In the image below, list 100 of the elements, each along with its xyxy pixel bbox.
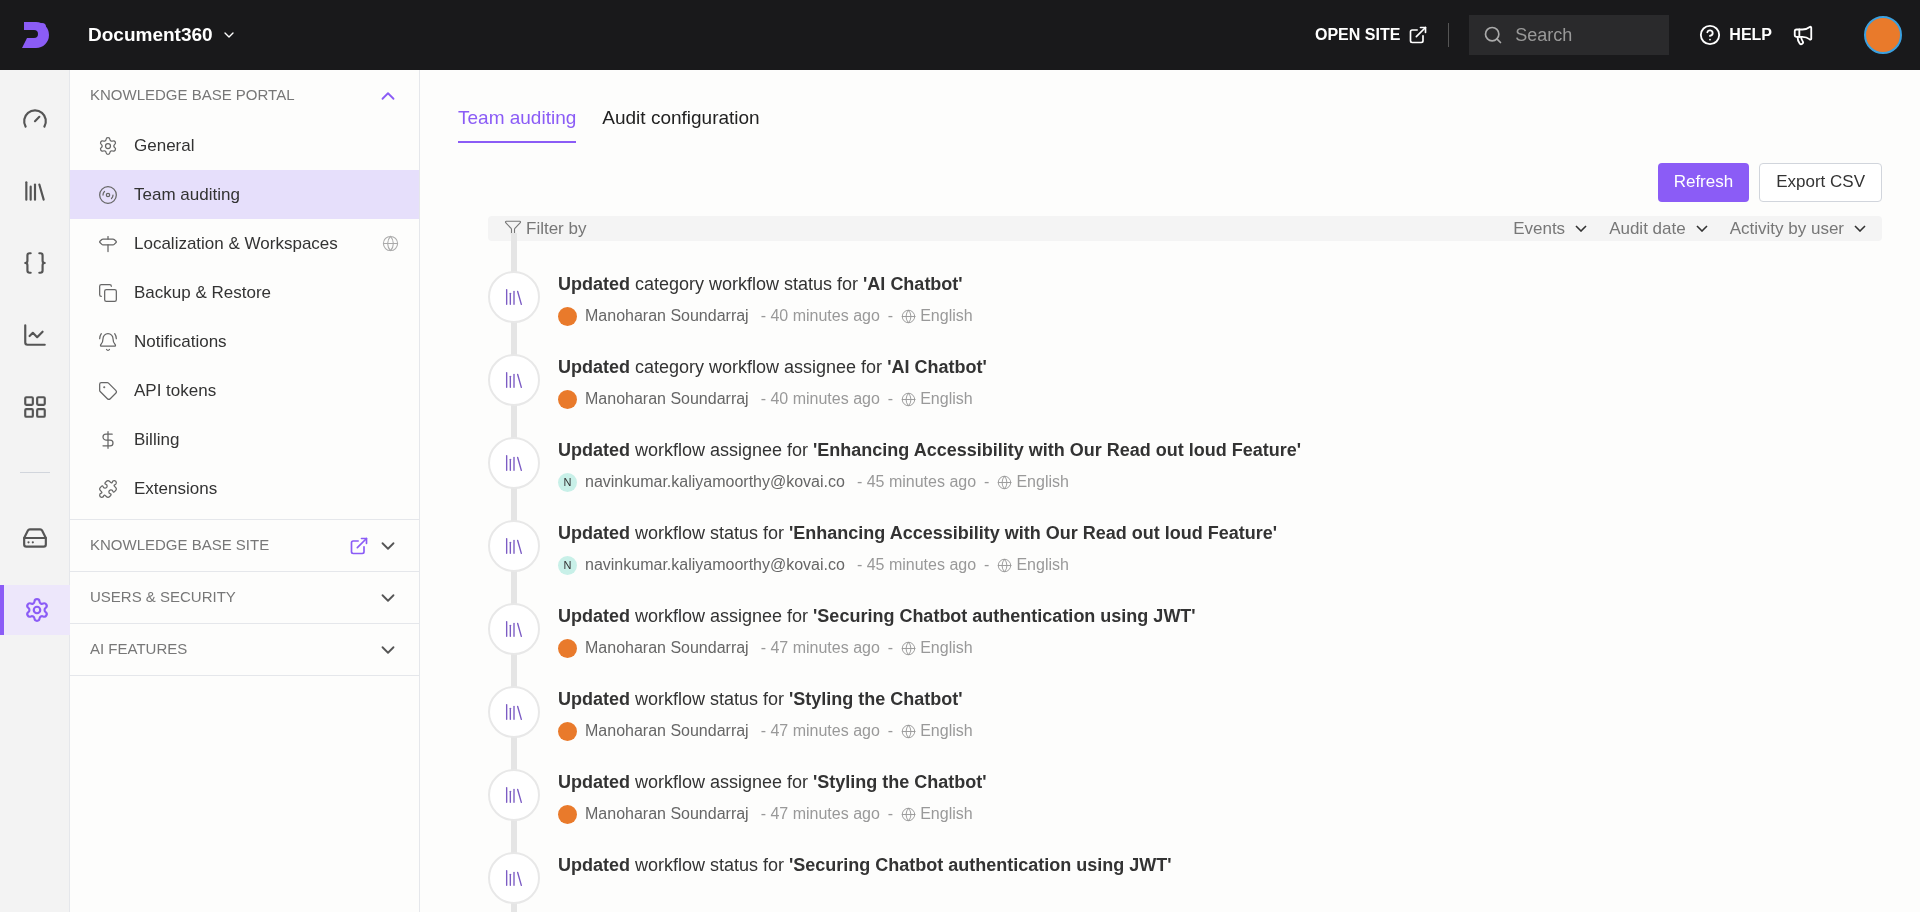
help-icon[interactable]	[1699, 24, 1722, 46]
help-link[interactable]: HELP	[1729, 23, 1772, 47]
export-csv-button[interactable]: Export CSV	[1759, 162, 1882, 202]
chevron-down-icon	[1575, 224, 1588, 232]
globe-icon	[901, 723, 917, 739]
books-icon	[503, 369, 525, 391]
event-user: Manoharan Soundarraj	[585, 721, 749, 741]
books-icon	[503, 618, 525, 640]
chart-icon	[21, 322, 48, 348]
event-time: - 47 minutes ago	[760, 804, 880, 824]
event-title: Updated workflow status for 'Styling the Chatbot'	[558, 688, 964, 711]
meta-separator: -	[984, 555, 990, 575]
bell-icon	[98, 331, 118, 352]
event-time: - 45 minutes ago	[856, 555, 977, 575]
event-title: Updated workflow assignee for 'Securing Chatbot authentication using JWT'	[558, 605, 1196, 628]
meta-separator: -	[887, 389, 894, 409]
event-time: - 47 minutes ago	[760, 721, 880, 741]
meta-separator: -	[887, 306, 894, 326]
event-user: Manoharan Soundarraj	[585, 389, 749, 409]
books-icon	[503, 286, 525, 308]
braces-lock-icon	[21, 250, 48, 276]
disc-icon	[98, 184, 118, 205]
refresh-button[interactable]: Refresh	[1657, 162, 1750, 202]
signpost-icon	[98, 233, 118, 254]
filter-dropdown[interactable]: Activity by user	[1729, 215, 1866, 241]
event-title: Updated workflow assignee for 'Enhancing Accessibility with Our Read out loud Feature'	[558, 439, 1302, 462]
sidebar-item[interactable]: API tokens	[70, 366, 419, 415]
section-heading[interactable]: KNOWLEDGE BASE SITE	[90, 534, 341, 557]
event-title: Updated workflow assignee for 'Styling the Chatbot'	[558, 771, 987, 794]
external-link-icon	[1408, 25, 1429, 45]
event-language: English	[920, 721, 973, 741]
globe-icon	[901, 640, 917, 656]
chevron-down-icon	[1695, 224, 1708, 232]
event-language: English	[1016, 472, 1069, 492]
meta-separator: -	[887, 638, 894, 658]
filter-dropdown[interactable]: Audit date	[1609, 215, 1708, 241]
event-user: navinkumar.kaliyamoorthy@kovai.co	[585, 555, 845, 575]
sidebar-item[interactable]: Backup & Restore	[70, 268, 419, 317]
drive-icon	[21, 525, 48, 551]
tab[interactable]: Audit configuration	[602, 104, 760, 143]
meta-separator: -	[887, 721, 894, 741]
books-icon	[503, 535, 525, 557]
project-switcher[interactable]: Document360	[88, 20, 237, 50]
event-language: English	[920, 638, 973, 658]
event-title: Updated category workflow assignee for 'AI Chatbot'	[558, 356, 987, 379]
search-field[interactable]: Search	[1469, 15, 1670, 55]
event-language: English	[920, 306, 973, 326]
event-time: - 40 minutes ago	[760, 306, 880, 326]
rail-button[interactable]	[0, 585, 70, 635]
books-icon	[503, 452, 525, 474]
filter-label: Filter by	[526, 217, 588, 240]
books-icon	[503, 784, 525, 806]
sidebar-item[interactable]: Team auditing	[70, 170, 419, 219]
grid-icon	[21, 394, 48, 420]
meta-separator: -	[984, 472, 990, 492]
event-user: Manoharan Soundarraj	[585, 638, 749, 658]
user-avatar	[558, 804, 577, 824]
user-initial-avatar: N	[558, 555, 577, 575]
event-language: English	[920, 389, 973, 409]
puzzle-icon	[98, 478, 118, 499]
event-time: - 47 minutes ago	[760, 638, 880, 658]
globe-icon	[901, 806, 917, 822]
event-title: Updated workflow status for 'Securing Chatbot authentication using JWT'	[558, 854, 1172, 877]
filter-dropdown[interactable]: Events	[1513, 215, 1588, 241]
gear-icon	[98, 135, 118, 156]
globe-icon	[901, 391, 917, 407]
external-link-icon[interactable]	[349, 535, 369, 556]
event-user: navinkumar.kaliyamoorthy@kovai.co	[585, 472, 845, 492]
user-avatar	[558, 721, 577, 741]
user-initial-avatar: N	[558, 472, 577, 492]
tab[interactable]: Team auditing	[458, 104, 577, 143]
megaphone-icon[interactable]	[1792, 24, 1814, 46]
sidebar-item[interactable]: Localization & Workspaces	[70, 219, 419, 268]
event-title: Updated category workflow status for 'AI Chatbot'	[558, 273, 964, 296]
user-avatar	[558, 306, 577, 326]
sidebar-item[interactable]: Billing	[70, 415, 419, 464]
books-icon	[503, 701, 525, 723]
open-site-link[interactable]: OPEN SITE	[1314, 23, 1429, 47]
sidebar-item[interactable]: General	[70, 121, 419, 170]
section-heading[interactable]: USERS & SECURITY	[90, 586, 369, 609]
copy-icon	[98, 282, 118, 303]
sidebar-item[interactable]: Notifications	[70, 317, 419, 366]
event-language: English	[1016, 555, 1069, 575]
settings-icon	[23, 597, 50, 623]
user-avatar[interactable]	[1864, 16, 1902, 54]
event-user: Manoharan Soundarraj	[585, 804, 749, 824]
event-user: Manoharan Soundarraj	[585, 306, 749, 326]
user-avatar	[558, 389, 577, 409]
chevron-down-icon	[1854, 224, 1866, 232]
search-icon	[1483, 25, 1504, 45]
event-title: Updated workflow status for 'Enhancing Accessibility with Our Read out loud Feature'	[558, 522, 1277, 545]
event-language: English	[920, 804, 973, 824]
section-heading[interactable]: KNOWLEDGE BASE PORTAL	[90, 84, 369, 107]
user-avatar	[558, 638, 577, 658]
sidebar-item[interactable]: Extensions	[70, 464, 419, 513]
meta-separator: -	[887, 804, 894, 824]
section-heading[interactable]: AI FEATURES	[90, 638, 369, 661]
event-time: - 40 minutes ago	[760, 389, 880, 409]
globe-icon	[997, 474, 1013, 490]
globe-icon	[901, 308, 917, 324]
